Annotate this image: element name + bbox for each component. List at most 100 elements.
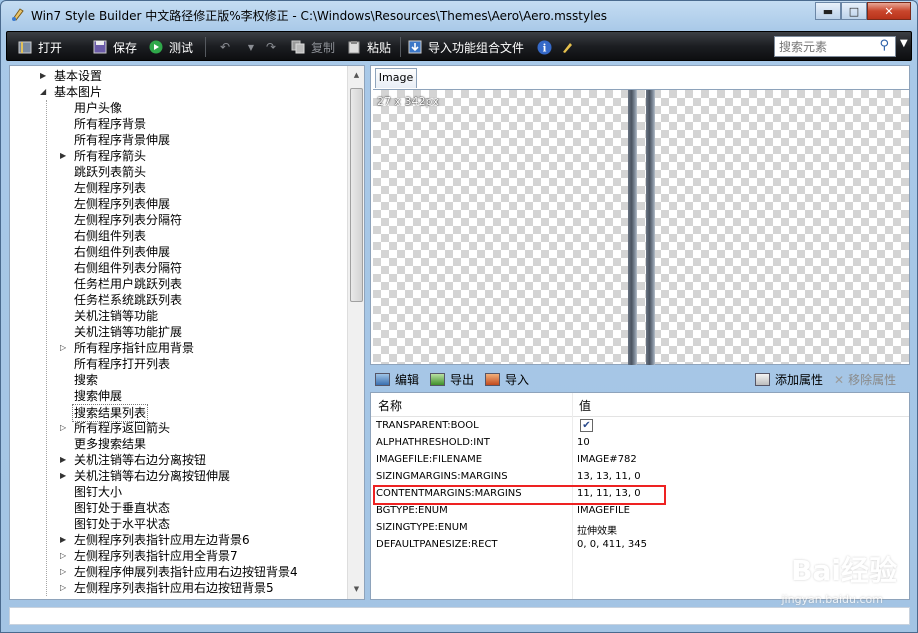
tree-item[interactable]: 更多搜索结果	[10, 436, 346, 452]
copy-button[interactable]: 复制	[290, 38, 335, 56]
tree-scrollbar[interactable]: ▲ ▼	[347, 66, 364, 599]
property-value[interactable]: IMAGEFILE	[577, 505, 630, 516]
remove-property-button[interactable]: ✕ 移除属性	[834, 371, 896, 388]
tree-item[interactable]: ▶ 关机注销等右边分离按钮伸展	[10, 468, 346, 484]
tree-item[interactable]: ▶ 所有程序箭头	[10, 148, 346, 164]
tree-item[interactable]: ▶ 基本设置	[10, 68, 346, 84]
tree-item[interactable]: 跳跃列表箭头	[10, 164, 346, 180]
tab-image[interactable]: Image	[375, 68, 417, 88]
minimize-button[interactable]: ▬	[815, 2, 841, 20]
tree-item[interactable]: 任务栏系统跳跃列表	[10, 292, 346, 308]
tree-item[interactable]: 用户头像	[10, 100, 346, 116]
tree-expand-arrow-icon[interactable]: ▷	[60, 564, 70, 580]
tree-item[interactable]: 左侧程序列表伸展	[10, 196, 346, 212]
edit-button[interactable]: 编辑	[375, 371, 419, 388]
property-row[interactable]: BGTYPE:ENUM IMAGEFILE	[371, 503, 909, 520]
tree-item[interactable]: ▶ 左侧程序列表指针应用左边背景6	[10, 532, 346, 548]
property-row[interactable]: ALPHATHRESHOLD:INT 10	[371, 435, 909, 452]
paste-button[interactable]: 粘贴	[346, 38, 391, 56]
chevron-double-down-icon[interactable]: ▼	[900, 38, 908, 49]
tree-expand-arrow-icon[interactable]: ▶	[40, 68, 50, 84]
tree-item[interactable]: 所有程序背景	[10, 116, 346, 132]
export-button[interactable]: 导出	[430, 371, 474, 388]
close-button[interactable]: ✕	[867, 2, 911, 20]
image-preview-panel: Image 27 x 342px	[370, 65, 910, 365]
scrollbar-thumb[interactable]	[350, 88, 363, 302]
tree-item[interactable]: 搜索结果列表	[10, 404, 346, 422]
toolbar-separator	[400, 37, 401, 57]
tree-item[interactable]: 关机注销等功能	[10, 308, 346, 324]
column-header-name[interactable]: 名称	[378, 397, 402, 414]
tree-expand-arrow-icon[interactable]: ▷	[60, 420, 70, 436]
tree-item[interactable]: 图钉处于垂直状态	[10, 500, 346, 516]
tree-item[interactable]: 图钉大小	[10, 484, 346, 500]
tree-item[interactable]: ◢ 基本图片	[10, 84, 346, 100]
property-checkbox[interactable]: ✔	[580, 419, 593, 432]
property-value[interactable]: 0, 0, 411, 345	[577, 539, 647, 550]
tree-item[interactable]: 任务栏用户跳跃列表	[10, 276, 346, 292]
property-name: IMAGEFILE:FILENAME	[376, 454, 483, 465]
search-icon[interactable]: ⚲	[879, 38, 889, 53]
image-preview-strip	[646, 90, 655, 365]
scroll-up-icon[interactable]: ▲	[350, 68, 363, 82]
import-button[interactable]: 导入	[485, 371, 529, 388]
property-value[interactable]: 10	[577, 437, 590, 448]
property-value[interactable]: 拉伸效果	[577, 522, 617, 537]
scroll-down-icon[interactable]: ▼	[350, 582, 363, 596]
tree-item[interactable]: ▷ 所有程序返回箭头	[10, 420, 346, 436]
edit-label: 编辑	[395, 373, 420, 387]
property-row[interactable]: SIZINGTYPE:ENUM 拉伸效果	[371, 520, 909, 537]
tree-item[interactable]: 所有程序打开列表	[10, 356, 346, 372]
property-value[interactable]: IMAGE#782	[577, 454, 637, 465]
redo-button[interactable]: ↷	[263, 38, 284, 56]
image-canvas: 27 x 342px	[373, 89, 909, 365]
tree-item[interactable]: 搜索伸展	[10, 388, 346, 404]
svg-text:i: i	[542, 43, 546, 54]
play-icon	[148, 39, 164, 55]
save-button[interactable]: 保存	[92, 38, 137, 56]
tree-item-label: 基本图片	[54, 85, 103, 99]
tree-expand-arrow-icon[interactable]: ▶	[60, 148, 70, 164]
tree-expand-arrow-icon[interactable]: ◢	[40, 84, 50, 100]
tree-expand-arrow-icon[interactable]: ▷	[60, 548, 70, 564]
property-row[interactable]: TRANSPARENT:BOOL ✔	[371, 418, 909, 435]
tree-item[interactable]: 左侧程序列表分隔符	[10, 212, 346, 228]
tree-expand-arrow-icon[interactable]: ▶	[60, 468, 70, 484]
tree-item-label: 关机注销等功能扩展	[74, 325, 183, 339]
tree-expand-arrow-icon[interactable]: ▷	[60, 340, 70, 356]
tree-item[interactable]: 图钉处于水平状态	[10, 516, 346, 532]
property-row[interactable]: SIZINGMARGINS:MARGINS 13, 13, 11, 0	[371, 469, 909, 486]
open-button[interactable]: 打开	[17, 38, 62, 56]
paintbrush-icon	[560, 39, 576, 55]
tree-item[interactable]: ▷ 左侧程序列表指针应用全背景7	[10, 548, 346, 564]
info-button[interactable]: i	[536, 38, 557, 56]
tree-item[interactable]: 右侧组件列表	[10, 228, 346, 244]
tree-item[interactable]: 右侧组件列表分隔符	[10, 260, 346, 276]
search-input[interactable]	[775, 37, 875, 56]
tree-item[interactable]: ▶ 关机注销等右边分离按钮	[10, 452, 346, 468]
import-combo-button[interactable]: 导入功能组合文件	[407, 38, 524, 56]
tree-item[interactable]: 左侧程序列表	[10, 180, 346, 196]
tree-item[interactable]: 关机注销等功能扩展	[10, 324, 346, 340]
tree-item[interactable]: 右侧组件列表伸展	[10, 244, 346, 260]
add-property-button[interactable]: 添加属性	[755, 371, 823, 388]
maximize-button[interactable]: □	[841, 2, 867, 20]
title-bar[interactable]: Win7 Style Builder 中文路径修正版%李权修正 - C:\Win…	[1, 1, 917, 29]
brush-button[interactable]	[560, 38, 581, 56]
tree-item[interactable]: 所有程序背景伸展	[10, 132, 346, 148]
tree-expand-arrow-icon[interactable]: ▶	[60, 452, 70, 468]
test-button[interactable]: 测试	[148, 38, 193, 56]
tree-item[interactable]: 搜索	[10, 372, 346, 388]
tree-item[interactable]: ▷ 所有程序指针应用背景	[10, 340, 346, 356]
property-value[interactable]: 13, 13, 11, 0	[577, 471, 641, 482]
undo-dropdown[interactable]: ▼	[243, 38, 264, 56]
tree-item[interactable]: ▷ 左侧程序列表指针应用右边按钮背景5	[10, 580, 346, 596]
tree-expand-arrow-icon[interactable]: ▷	[60, 580, 70, 596]
import-label: 导入	[505, 373, 530, 387]
property-row[interactable]: IMAGEFILE:FILENAME IMAGE#782	[371, 452, 909, 469]
tree-item[interactable]: ▷ 左侧程序伸展列表指针应用右边按钮背景4	[10, 564, 346, 580]
tree-expand-arrow-icon[interactable]: ▶	[60, 532, 70, 548]
tree-item-label: 左侧程序列表指针应用右边按钮背景5	[74, 581, 274, 595]
column-header-value[interactable]: 值	[579, 397, 591, 414]
undo-button[interactable]: ↶	[217, 38, 238, 56]
